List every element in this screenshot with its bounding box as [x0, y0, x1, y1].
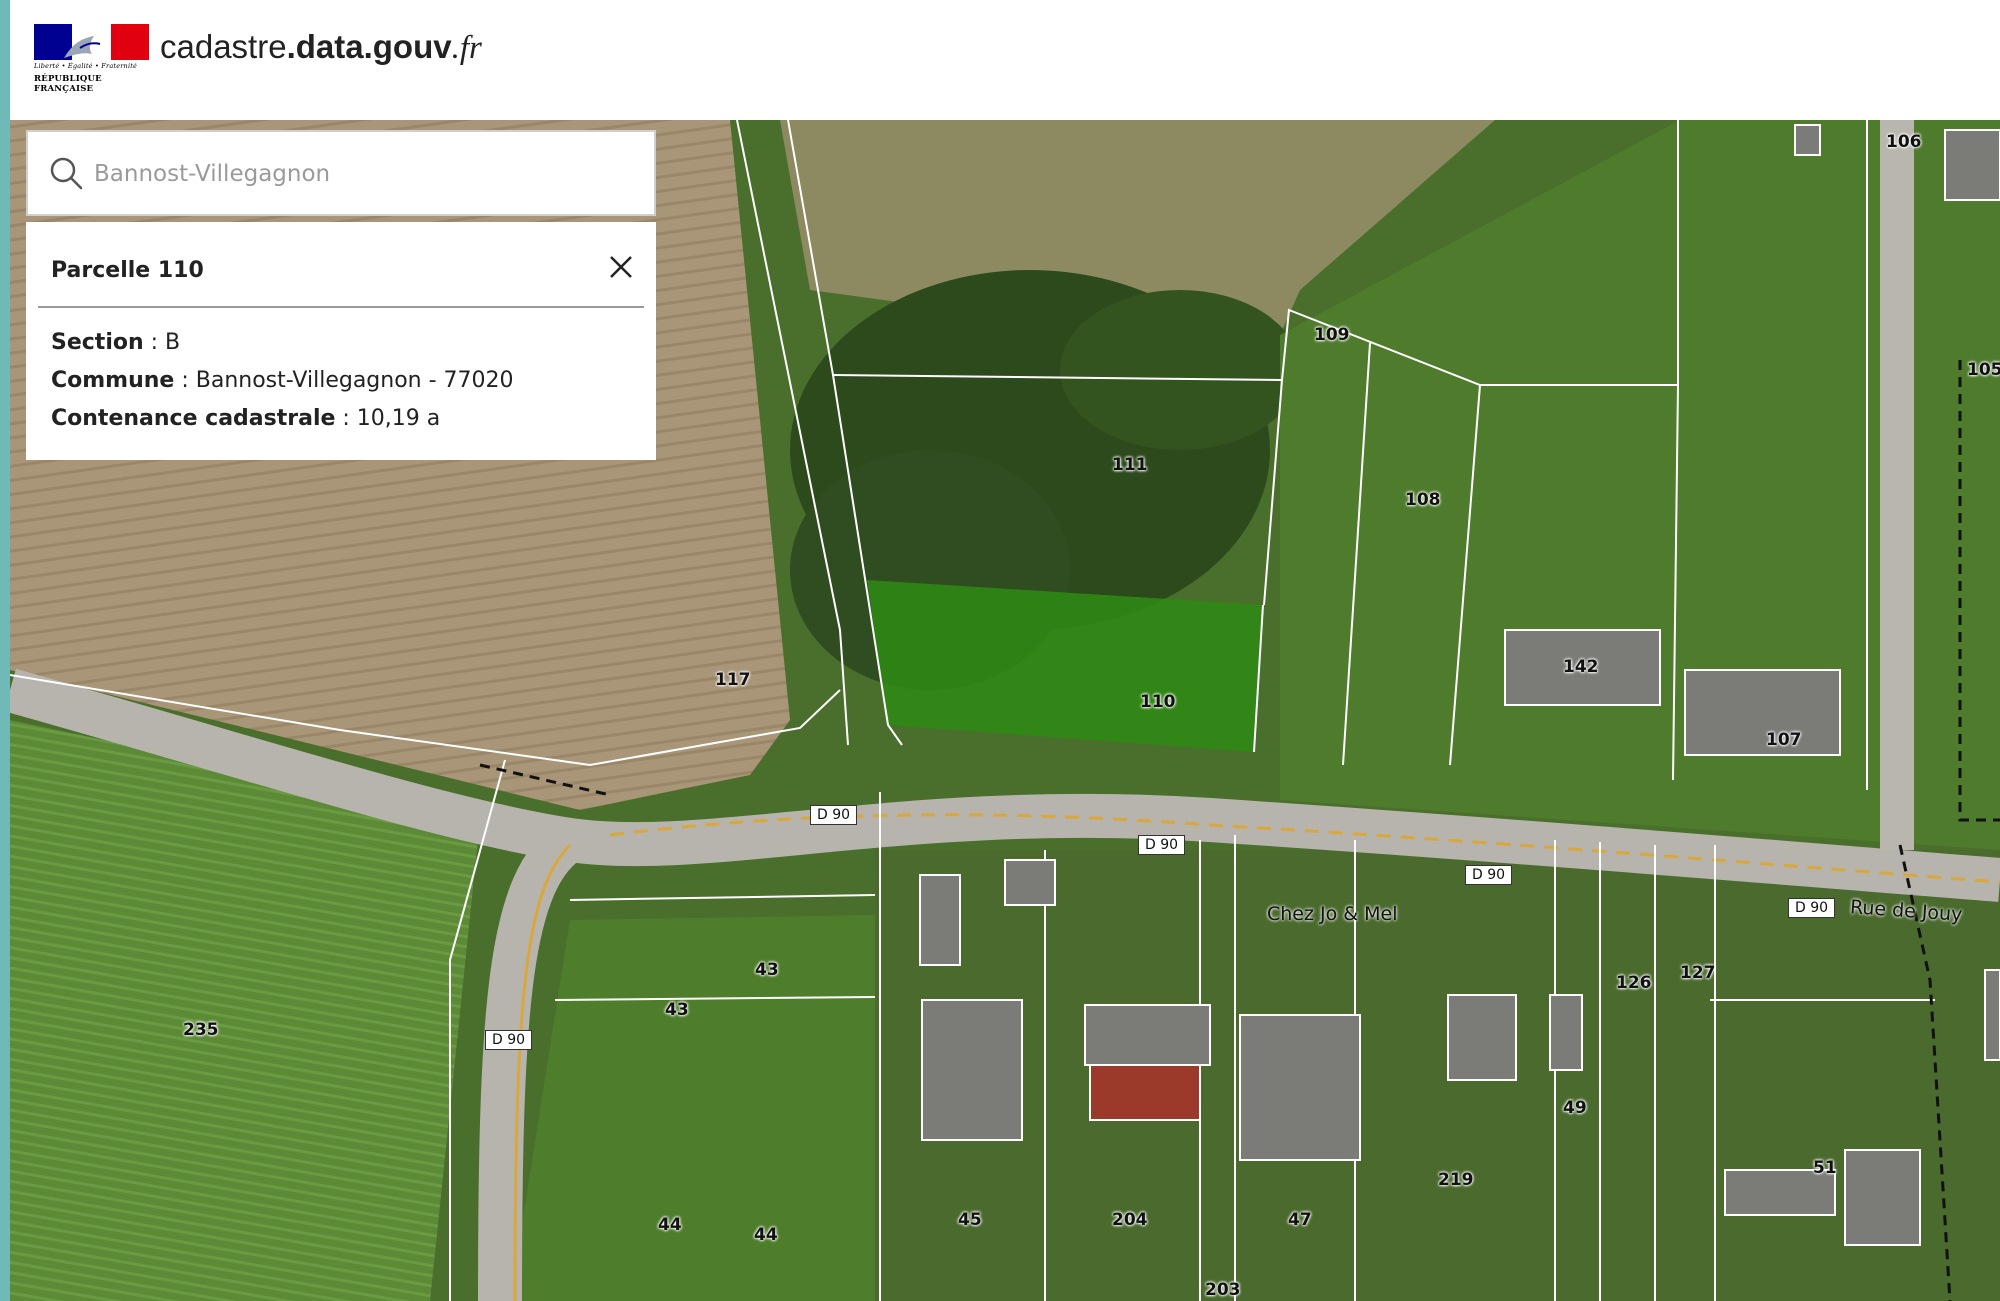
section-value: : B — [143, 330, 181, 355]
commune-value: : Bannost-Villegagnon - 77020 — [174, 368, 514, 393]
search-box[interactable] — [26, 130, 656, 216]
parcel-label-49: 49 — [1563, 1098, 1587, 1118]
search-input[interactable] — [92, 150, 636, 198]
parcel-section-row: Section : B — [51, 330, 180, 355]
panel-divider — [38, 306, 644, 308]
parcel-info-panel: Parcelle 110 Section : B Commune : Banno… — [26, 222, 656, 460]
road-tag-d90-3: D 90 — [1465, 865, 1513, 885]
parcel-label-44a: 44 — [658, 1215, 682, 1235]
parcel-label-219: 219 — [1438, 1170, 1474, 1190]
parcel-label-127: 127 — [1680, 963, 1716, 983]
parcel-label-43a: 43 — [755, 960, 779, 980]
parcel-label-107: 107 — [1766, 730, 1802, 750]
parcel-label-108: 108 — [1405, 490, 1441, 510]
close-icon[interactable] — [606, 252, 636, 282]
parcel-label-126: 126 — [1616, 973, 1652, 993]
site-title[interactable]: cadastre.data.gouv.fr — [160, 28, 482, 67]
parcel-label-111: 111 — [1112, 455, 1148, 475]
app-page: Liberté • Égalité • Fraternité RÉPUBLIQU… — [10, 0, 2000, 1301]
parcel-label-105: 105 — [1967, 360, 2000, 380]
site-title-bold: .data.gouv — [286, 28, 452, 65]
parcel-contenance-row: Contenance cadastrale : 10,19 a — [51, 406, 440, 431]
parcel-label-44b: 44 — [754, 1225, 778, 1245]
site-title-prefix: cadastre — [160, 28, 287, 65]
parcel-label-45: 45 — [958, 1210, 982, 1230]
commune-label: Commune — [51, 368, 175, 393]
parcel-label-43b: 43 — [665, 1000, 689, 1020]
parcel-label-142: 142 — [1563, 657, 1599, 677]
site-title-suffix: .fr — [451, 30, 482, 66]
marianne-flag-icon — [34, 24, 149, 60]
search-icon — [50, 157, 83, 190]
parcel-label-106: 106 — [1886, 132, 1922, 152]
parcel-110-selected[interactable] — [867, 580, 1263, 752]
parcel-label-47: 47 — [1288, 1210, 1312, 1230]
parcel-label-51: 51 — [1813, 1158, 1837, 1178]
contenance-label: Contenance cadastrale — [51, 406, 336, 431]
road-tag-d90-5: D 90 — [485, 1030, 533, 1050]
road-tag-d90-1: D 90 — [810, 805, 858, 825]
parcel-label-109: 109 — [1314, 325, 1350, 345]
logo-republic-text: RÉPUBLIQUE FRANÇAISE — [34, 74, 102, 94]
parcel-label-110: 110 — [1140, 692, 1176, 712]
poi-chez-jo-mel: Chez Jo & Mel — [1267, 903, 1398, 925]
section-label: Section — [51, 330, 144, 355]
road-tag-d90-4: D 90 — [1788, 898, 1836, 918]
road-tag-d90-2: D 90 — [1138, 835, 1186, 855]
contenance-value: : 10,19 a — [335, 406, 441, 431]
parcel-label-204: 204 — [1112, 1210, 1148, 1230]
logo-motto: Liberté • Égalité • Fraternité — [34, 62, 138, 70]
parcel-title: Parcelle 110 — [51, 258, 204, 283]
site-header: Liberté • Égalité • Fraternité RÉPUBLIQU… — [10, 0, 2000, 121]
parcel-label-235: 235 — [183, 1020, 219, 1040]
republique-francaise-logo[interactable]: Liberté • Égalité • Fraternité RÉPUBLIQU… — [34, 24, 149, 94]
parcel-label-203: 203 — [1205, 1280, 1241, 1300]
parcel-commune-row: Commune : Bannost-Villegagnon - 77020 — [51, 368, 514, 393]
parcel-label-117: 117 — [715, 670, 751, 690]
